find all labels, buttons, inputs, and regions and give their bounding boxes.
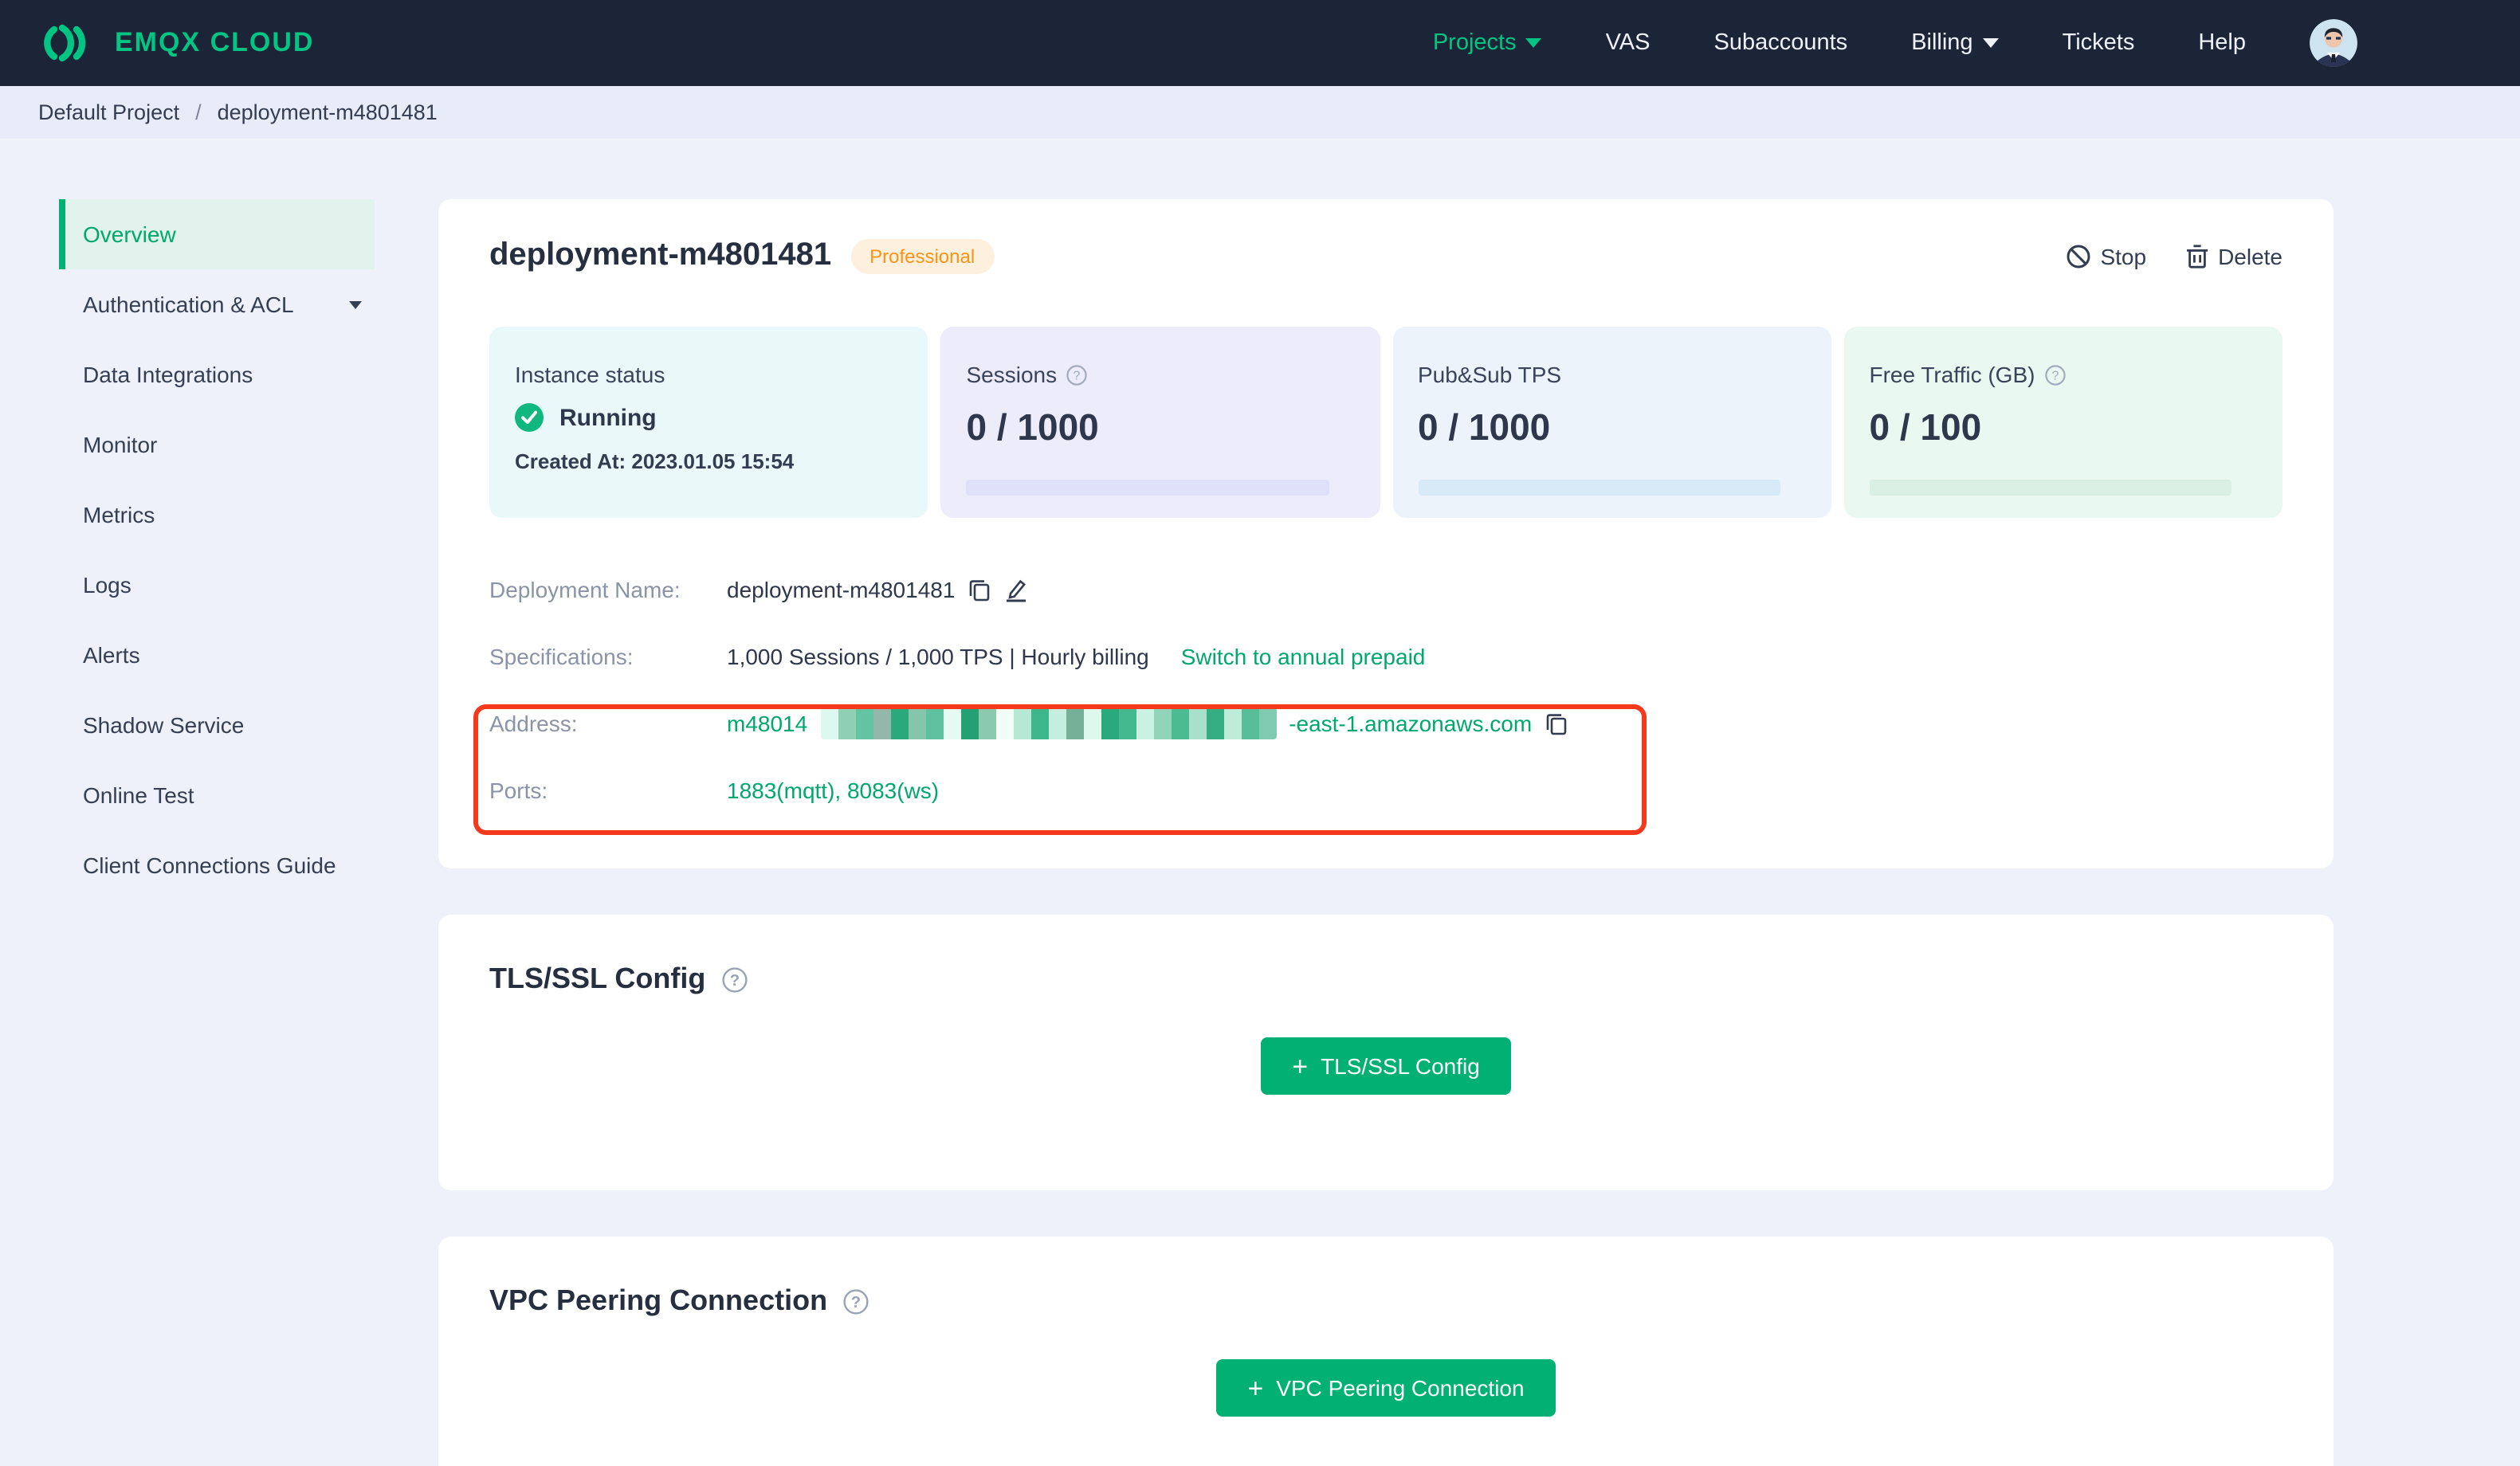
sidebar-item-alerts[interactable]: Alerts — [59, 620, 375, 690]
help-icon[interactable]: ? — [2044, 364, 2066, 385]
add-tls-ssl-config-button[interactable]: + TLS/SSL Config — [1260, 1037, 1512, 1095]
deployment-name-value: deployment-m4801481 — [727, 577, 956, 602]
svg-text:?: ? — [2051, 368, 2059, 382]
sidebar-item-shadow-service[interactable]: Shadow Service — [59, 690, 375, 760]
address-row: Address: m48014 -east-1.amazonaws.com — [489, 690, 2283, 757]
traffic-progress-bar — [1869, 480, 2231, 496]
ports-row: Ports: 1883(mqtt), 8083(ws) — [489, 757, 2283, 824]
delete-button[interactable]: Delete — [2184, 243, 2283, 269]
sidebar-item-client-connections-guide[interactable]: Client Connections Guide — [59, 830, 375, 900]
nav-item-billing[interactable]: Billing — [1911, 30, 1999, 56]
plus-icon: + — [1292, 1051, 1309, 1081]
sessions-label: Sessions — [966, 362, 1058, 387]
nav-item-vas[interactable]: VAS — [1606, 30, 1651, 56]
sessions-card: Sessions ? 0 / 1000 — [940, 327, 1380, 518]
copy-icon[interactable] — [1545, 711, 1568, 735]
specifications-value: 1,000 Sessions / 1,000 TPS | Hourly bill… — [727, 644, 1149, 669]
breadcrumb: Default Project / deployment-m4801481 — [0, 86, 2520, 140]
deployment-name-row: Deployment Name: deployment-m4801481 — [489, 556, 2283, 623]
ports-value: 1883(mqtt), 8083(ws) — [727, 778, 940, 803]
nav-item-tickets[interactable]: Tickets — [2063, 30, 2135, 56]
tls-section-title: TLS/SSL Config — [489, 962, 706, 994]
page-title: deployment-m4801481 — [489, 237, 832, 272]
help-icon[interactable]: ? — [721, 966, 747, 992]
svg-text:?: ? — [729, 971, 739, 989]
breadcrumb-separator: / — [195, 100, 202, 124]
instance-status-label: Instance status — [515, 362, 665, 387]
edit-icon[interactable] — [1004, 578, 1028, 602]
free-traffic-value: 0 / 100 — [1869, 406, 1982, 448]
address-redacted-blur — [820, 708, 1277, 739]
ports-label: Ports: — [489, 778, 548, 803]
specifications-row: Specifications: 1,000 Sessions / 1,000 T… — [489, 623, 2283, 690]
pubsub-progress-bar — [1418, 480, 1780, 496]
deployment-info: Deployment Name: deployment-m4801481 Spe… — [489, 556, 2283, 824]
status-text: Running — [559, 404, 657, 431]
sidebar-item-overview[interactable]: Overview — [59, 199, 375, 269]
nav-items: Projects VAS Subaccounts Billing Tickets… — [1433, 19, 2357, 67]
emqx-logo-icon — [38, 22, 99, 64]
plus-icon: + — [1247, 1373, 1264, 1403]
specifications-label: Specifications: — [489, 644, 634, 669]
sidebar-item-monitor[interactable]: Monitor — [59, 410, 375, 480]
stop-button[interactable]: Stop — [2065, 243, 2146, 269]
created-at: Created At: 2023.01.05 15:54 — [515, 449, 795, 473]
brand-logo[interactable]: EMQX CLOUD — [38, 22, 314, 64]
help-icon[interactable]: ? — [843, 1288, 869, 1314]
main-content: deployment-m4801481 Professional Stop De… — [438, 199, 2334, 1466]
pubsub-tps-label: Pub&Sub TPS — [1418, 362, 1562, 387]
brand-name: EMQX CLOUD — [115, 27, 315, 57]
switch-annual-prepaid-link[interactable]: Switch to annual prepaid — [1181, 644, 1426, 669]
sidebar-item-data-integrations[interactable]: Data Integrations — [59, 339, 375, 410]
help-icon[interactable]: ? — [1066, 364, 1087, 385]
pubsub-tps-card: Pub&Sub TPS 0 / 1000 — [1392, 327, 1831, 518]
page: EMQX CLOUD Projects VAS Subaccounts Bill… — [0, 0, 2520, 1466]
nav-item-subaccounts[interactable]: Subaccounts — [1714, 30, 1848, 56]
svg-text:?: ? — [1074, 368, 1081, 382]
add-vpc-peering-button[interactable]: + VPC Peering Connection — [1215, 1359, 1556, 1417]
top-nav: EMQX CLOUD Projects VAS Subaccounts Bill… — [0, 0, 2520, 86]
stats-row: Instance status Running Created At: 2023… — [489, 327, 2283, 518]
trash-icon — [2184, 243, 2208, 269]
nav-item-help[interactable]: Help — [2198, 30, 2246, 56]
free-traffic-card: Free Traffic (GB) ? 0 / 100 — [1843, 327, 2283, 518]
sessions-value: 0 / 1000 — [966, 406, 1099, 448]
instance-status-card: Instance status Running Created At: 2023… — [489, 327, 928, 518]
chevron-down-icon — [1982, 38, 1999, 48]
chevron-down-icon — [349, 300, 362, 308]
deployment-name-label: Deployment Name: — [489, 577, 681, 602]
check-circle-icon — [515, 403, 544, 432]
plan-badge: Professional — [850, 238, 995, 273]
sidebar: Overview Authentication & ACL Data Integ… — [0, 140, 438, 1466]
breadcrumb-project[interactable]: Default Project — [38, 100, 179, 124]
nav-item-projects[interactable]: Projects — [1433, 30, 1542, 56]
vpc-peering-section: VPC Peering Connection ? + VPC Peering C… — [438, 1237, 2334, 1466]
breadcrumb-current: deployment-m4801481 — [217, 100, 438, 124]
address-prefix: m48014 — [727, 711, 808, 736]
deployment-card: deployment-m4801481 Professional Stop De… — [438, 199, 2334, 868]
user-avatar[interactable] — [2310, 19, 2357, 67]
sessions-progress-bar — [966, 480, 1329, 496]
address-suffix: -east-1.amazonaws.com — [1289, 711, 1533, 736]
svg-text:?: ? — [851, 1293, 861, 1311]
sidebar-item-authentication-acl[interactable]: Authentication & ACL — [59, 269, 375, 339]
address-label: Address: — [489, 711, 578, 736]
sidebar-item-metrics[interactable]: Metrics — [59, 480, 375, 550]
sidebar-item-online-test[interactable]: Online Test — [59, 760, 375, 830]
copy-icon[interactable] — [968, 578, 991, 602]
sidebar-item-logs[interactable]: Logs — [59, 550, 375, 620]
tls-ssl-section: TLS/SSL Config ? + TLS/SSL Config — [438, 915, 2334, 1190]
vpc-section-title: VPC Peering Connection — [489, 1284, 828, 1316]
free-traffic-label: Free Traffic (GB) — [1869, 362, 2035, 387]
stop-prohibit-icon — [2065, 243, 2090, 269]
chevron-down-icon — [1525, 38, 1542, 48]
pubsub-tps-value: 0 / 1000 — [1418, 406, 1551, 448]
